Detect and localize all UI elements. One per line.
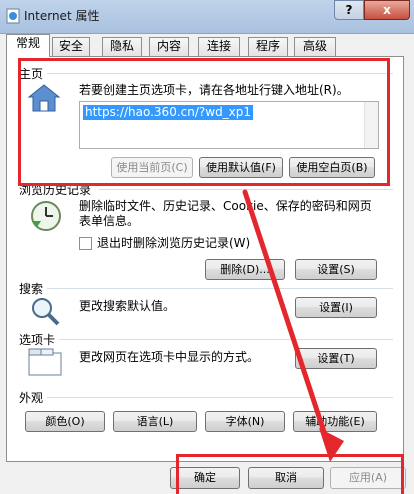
fonts-button[interactable]: 字体(N)	[205, 411, 285, 432]
ok-button[interactable]: 确定	[170, 467, 240, 489]
title-bar: Internet 属性 ? x	[0, 0, 414, 34]
tabs-icon	[28, 348, 62, 376]
tab-connections[interactable]: 连接	[198, 37, 240, 56]
tab-advanced[interactable]: 高级	[294, 37, 336, 56]
search-description: 更改搜索默认值。	[79, 299, 176, 313]
address-scrollbar[interactable]	[364, 102, 378, 148]
tabs-description: 更改网页在选项卡中显示的方式。	[79, 350, 260, 364]
home-icon	[27, 84, 61, 112]
history-settings-button[interactable]: 设置(S)	[295, 259, 377, 280]
close-button[interactable]: x	[364, 0, 410, 20]
home-description: 若要创建主页选项卡，请在各地址行键入地址(R)。	[79, 83, 349, 97]
languages-button[interactable]: 语言(L)	[113, 411, 197, 432]
use-blank-button[interactable]: 使用空白页(B)	[289, 157, 375, 178]
use-current-button[interactable]: 使用当前页(C)	[111, 157, 193, 178]
home-address-text: https://hao.360.cn/?wd_xp1	[83, 105, 254, 120]
accessibility-button[interactable]: 辅助功能(E)	[293, 411, 377, 432]
tabs-settings-button[interactable]: 设置(T)	[295, 348, 377, 369]
tab-panel-general: 主页 若要创建主页选项卡，请在各地址行键入地址(R)。 https://hao.…	[6, 56, 404, 462]
history-clock-icon	[31, 201, 61, 231]
tab-privacy[interactable]: 隐私	[102, 37, 142, 56]
magnifier-icon	[32, 298, 60, 326]
history-separator	[99, 189, 393, 190]
delete-history-button[interactable]: 删除(D)...	[205, 259, 285, 280]
help-button[interactable]: ?	[334, 0, 364, 20]
search-settings-button[interactable]: 设置(I)	[295, 297, 377, 318]
home-section-label: 主页	[19, 65, 47, 82]
history-description: 删除临时文件、历史记录、Cookie、保存的密码和网页表单信息。	[79, 199, 372, 228]
tabs-separator	[59, 339, 393, 340]
use-default-button[interactable]: 使用默认值(F)	[199, 157, 283, 178]
tab-general[interactable]: 常规	[6, 34, 50, 57]
apply-button[interactable]: 应用(A)	[330, 467, 406, 489]
delete-on-exit-label: 退出时删除浏览历史记录(W)	[97, 236, 251, 250]
search-separator	[47, 288, 393, 289]
home-address-field[interactable]: https://hao.360.cn/?wd_xp1	[79, 101, 379, 149]
tabs-section-label: 选项卡	[19, 331, 59, 348]
internet-options-icon	[6, 8, 20, 24]
tab-programs[interactable]: 程序	[248, 37, 288, 56]
tab-security[interactable]: 安全	[52, 37, 90, 56]
tab-strip: 常规 安全 隐私 内容 连接 程序 高级	[6, 34, 406, 57]
delete-on-exit-checkbox[interactable]	[79, 237, 92, 250]
appearance-section-label: 外观	[19, 389, 47, 406]
tab-content[interactable]: 内容	[149, 37, 189, 56]
home-separator	[47, 73, 393, 74]
cancel-button[interactable]: 取消	[248, 467, 324, 489]
history-section-label: 浏览历史记录	[19, 181, 95, 198]
window-title: Internet 属性	[24, 9, 100, 23]
appearance-separator	[47, 397, 393, 398]
colors-button[interactable]: 颜色(O)	[25, 411, 105, 432]
